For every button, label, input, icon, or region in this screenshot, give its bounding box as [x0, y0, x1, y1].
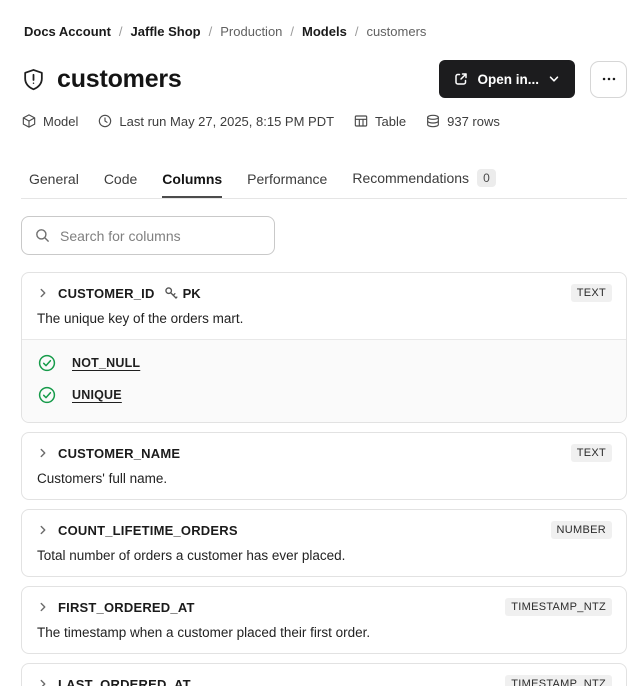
- column-name: CUSTOMER_ID: [58, 285, 155, 301]
- table-icon: [353, 113, 369, 129]
- breadcrumb-item-jaffle-shop[interactable]: Jaffle Shop: [131, 24, 201, 39]
- column-type-badge: TEXT: [570, 284, 612, 302]
- column-description: Customers' full name.: [37, 471, 168, 486]
- pk-label: PK: [182, 285, 201, 301]
- search-input[interactable]: [60, 227, 262, 244]
- tab-recommendations[interactable]: Recommendations 0: [352, 169, 496, 198]
- column-name: FIRST_ORDERED_AT: [58, 599, 195, 615]
- meta-row: Model Last run May 27, 2025, 8:15 PM PDT: [21, 113, 627, 129]
- column-header[interactable]: COUNT_LIFETIME_ORDERS NUMBER: [22, 510, 626, 539]
- breadcrumb-separator: /: [354, 24, 359, 39]
- chevron-right-icon[interactable]: [36, 677, 50, 686]
- test-row: NOT_NULL: [38, 347, 610, 379]
- primary-key-indicator: PK: [163, 285, 201, 301]
- tab-columns[interactable]: Columns: [162, 171, 222, 198]
- database-icon: [425, 113, 441, 129]
- breadcrumb-separator: /: [208, 24, 213, 39]
- meta-row-count-label: 937 rows: [447, 113, 500, 129]
- column-type-badge: TIMESTAMP_NTZ: [505, 598, 612, 616]
- meta-last-run: Last run May 27, 2025, 8:15 PM PDT: [97, 113, 334, 129]
- search-box[interactable]: [21, 216, 275, 255]
- column-name: LAST_ORDERED_AT: [58, 676, 191, 686]
- breadcrumb-item-production[interactable]: Production: [220, 24, 282, 39]
- test-row: UNIQUE: [38, 379, 610, 411]
- meta-last-run-label: Last run May 27, 2025, 8:15 PM PDT: [119, 113, 335, 129]
- search-icon: [34, 227, 51, 244]
- page-header: customers Open in...: [21, 60, 627, 98]
- ellipsis-icon: [600, 70, 618, 88]
- column-card-first-ordered-at: FIRST_ORDERED_AT TIMESTAMP_NTZ The times…: [21, 586, 627, 654]
- meta-resource-type: Model: [21, 113, 78, 129]
- model-shield-icon: [21, 67, 46, 92]
- column-name: COUNT_LIFETIME_ORDERS: [58, 522, 238, 538]
- open-in-button[interactable]: Open in...: [439, 60, 575, 98]
- cube-icon: [21, 113, 37, 129]
- column-type-badge: TEXT: [570, 444, 612, 462]
- tab-general[interactable]: General: [29, 171, 79, 198]
- more-actions-button[interactable]: [590, 60, 627, 98]
- open-in-label: Open in...: [477, 71, 539, 87]
- meta-resource-type-label: Model: [43, 113, 79, 129]
- column-card-customer-id: CUSTOMER_ID PK TEXT The unique key of th…: [21, 272, 627, 423]
- breadcrumb-separator: /: [118, 24, 123, 39]
- page-title: customers: [57, 64, 182, 93]
- tab-code[interactable]: Code: [104, 171, 137, 198]
- key-icon: [163, 285, 179, 301]
- tab-bar: General Code Columns Performance Recomme…: [21, 169, 627, 199]
- external-link-icon: [453, 71, 469, 87]
- chevron-right-icon[interactable]: [36, 600, 50, 614]
- breadcrumb-item-models[interactable]: Models: [302, 24, 347, 39]
- column-card-count-lifetime-orders: COUNT_LIFETIME_ORDERS NUMBER Total numbe…: [21, 509, 627, 577]
- test-link-not-null[interactable]: NOT_NULL: [72, 356, 140, 370]
- page: Docs Account / Jaffle Shop / Production …: [0, 0, 643, 686]
- meta-row-count: 937 rows: [425, 113, 500, 129]
- check-circle-icon: [38, 354, 56, 372]
- recommendations-count-badge: 0: [477, 169, 496, 187]
- columns-list: CUSTOMER_ID PK TEXT The unique key of th…: [21, 272, 627, 686]
- tab-performance[interactable]: Performance: [247, 171, 327, 198]
- meta-materialization: Table: [353, 113, 406, 129]
- breadcrumb-item-docs-account[interactable]: Docs Account: [24, 24, 111, 39]
- column-tests: NOT_NULL UNIQUE: [22, 339, 626, 422]
- breadcrumb: Docs Account / Jaffle Shop / Production …: [21, 24, 627, 39]
- breadcrumb-separator: /: [290, 24, 295, 39]
- meta-materialization-label: Table: [375, 113, 407, 129]
- check-circle-icon: [38, 386, 56, 404]
- column-header[interactable]: CUSTOMER_ID PK TEXT: [22, 273, 626, 302]
- column-description: The timestamp when a customer placed the…: [37, 625, 371, 640]
- column-header[interactable]: CUSTOMER_NAME TEXT: [22, 433, 626, 462]
- column-description: Total number of orders a customer has ev…: [37, 548, 346, 563]
- column-header[interactable]: FIRST_ORDERED_AT TIMESTAMP_NTZ: [22, 587, 626, 616]
- column-card-last-ordered-at: LAST_ORDERED_AT TIMESTAMP_NTZ The timest…: [21, 663, 627, 686]
- column-header[interactable]: LAST_ORDERED_AT TIMESTAMP_NTZ: [22, 664, 626, 686]
- column-name: CUSTOMER_NAME: [58, 445, 181, 461]
- column-type-badge: NUMBER: [550, 521, 612, 539]
- breadcrumb-item-customers: customers: [366, 24, 427, 39]
- chevron-right-icon[interactable]: [36, 523, 50, 537]
- chevron-right-icon[interactable]: [36, 446, 50, 460]
- chevron-down-icon: [547, 72, 561, 86]
- chevron-right-icon[interactable]: [36, 286, 50, 300]
- column-description: The unique key of the orders mart.: [37, 311, 244, 326]
- column-type-badge: TIMESTAMP_NTZ: [505, 675, 612, 686]
- clock-icon: [97, 113, 113, 129]
- column-card-customer-name: CUSTOMER_NAME TEXT Customers' full name.: [21, 432, 627, 500]
- test-link-unique[interactable]: UNIQUE: [72, 388, 122, 402]
